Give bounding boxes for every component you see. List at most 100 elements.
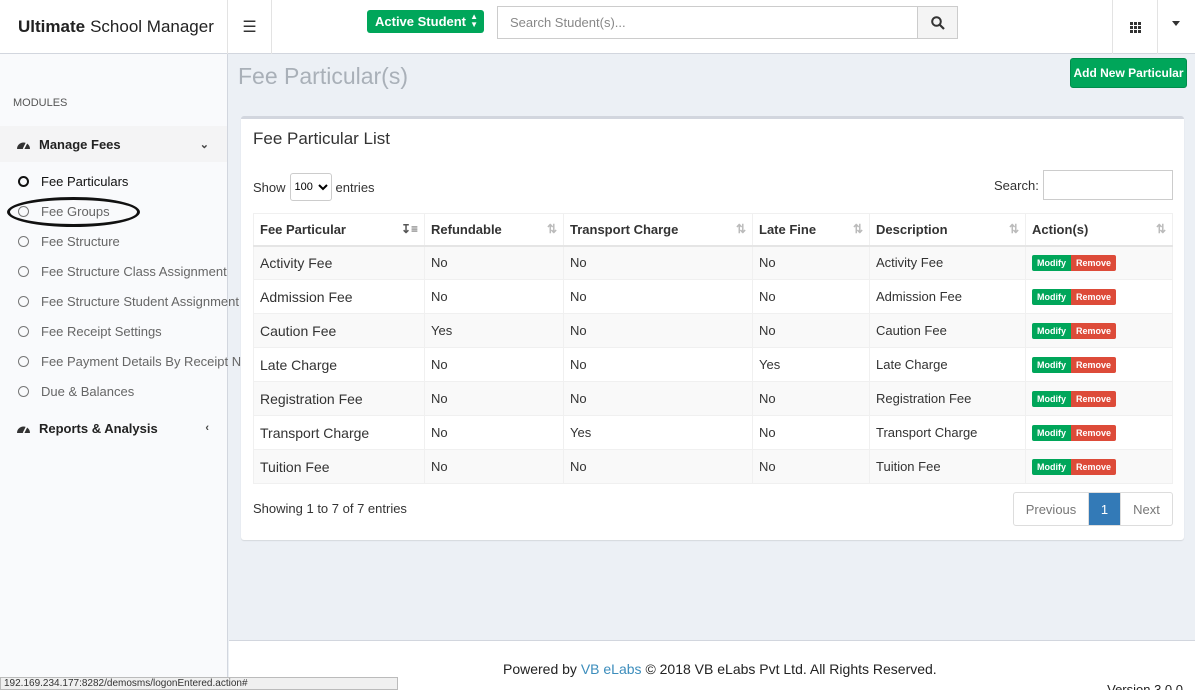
column-header-late-fine[interactable]: Late Fine ⇅ bbox=[752, 213, 870, 247]
cell-fee-particular: Activity Fee bbox=[253, 245, 425, 280]
cell-fee-particular: Registration Fee bbox=[253, 381, 425, 416]
search-icon bbox=[930, 15, 945, 30]
table-row: Activity Fee No No No Activity Fee Modify Remo… bbox=[253, 245, 1173, 280]
dashboard-icon bbox=[16, 138, 32, 151]
sidebar-item-fee-receipt-settings[interactable]: Fee Receipt Settings bbox=[0, 316, 246, 346]
modify-button[interactable]: Modify bbox=[1032, 357, 1071, 373]
logo-text: School Manager bbox=[90, 17, 214, 36]
column-header-transport-charge[interactable]: Transport Charge ⇅ bbox=[563, 213, 753, 247]
cell-description: Registration Fee bbox=[869, 381, 1026, 416]
cell-refundable: Yes bbox=[424, 313, 564, 348]
cell-late-fine: No bbox=[752, 245, 870, 280]
remove-button[interactable]: Remove bbox=[1071, 425, 1117, 441]
user-menu-caret-icon[interactable] bbox=[1172, 21, 1180, 26]
cell-late-fine: No bbox=[752, 313, 870, 348]
remove-button[interactable]: Remove bbox=[1071, 289, 1117, 305]
sidebar-menu-reports[interactable]: Reports & Analysis ‹ bbox=[0, 410, 227, 446]
sidebar-toggle-button[interactable]: ☰ bbox=[228, 0, 272, 54]
table-row: Admission Fee No No No Admission Fee Modify Re… bbox=[253, 279, 1173, 314]
column-header-refundable[interactable]: Refundable ⇅ bbox=[424, 213, 564, 247]
circle-icon bbox=[18, 385, 29, 397]
remove-button[interactable]: Remove bbox=[1071, 255, 1117, 272]
active-student-label: Active Student bbox=[375, 14, 467, 29]
cell-transport-charge: Yes bbox=[563, 415, 753, 450]
cell-refundable: No bbox=[424, 279, 564, 314]
remove-button[interactable]: Remove bbox=[1071, 323, 1117, 339]
column-header-fee-particular[interactable]: Fee Particular ↧≡ bbox=[253, 213, 425, 247]
cell-fee-particular: Transport Charge bbox=[253, 415, 425, 450]
logo-bold-text: Ultimate bbox=[18, 17, 86, 36]
table-row: Tuition Fee No No No Tuition Fee Modify Remove bbox=[253, 449, 1173, 484]
circle-icon bbox=[18, 355, 29, 367]
cell-transport-charge: No bbox=[563, 449, 753, 484]
powered-by-label: Powered by bbox=[503, 661, 577, 677]
sidebar-item-fee-payment-details[interactable]: Fee Payment Details By Receipt No. bbox=[0, 346, 252, 376]
vb-elabs-link[interactable]: VB eLabs bbox=[581, 661, 642, 677]
column-label: Description bbox=[876, 221, 948, 237]
entries-select[interactable]: 100 bbox=[289, 173, 332, 201]
modify-button[interactable]: Modify bbox=[1032, 323, 1071, 339]
chevron-down-icon: ⌄ bbox=[199, 138, 209, 151]
cell-actions: Modify Remove bbox=[1025, 415, 1173, 450]
table-info: Showing 1 to 7 of 7 entries bbox=[253, 501, 407, 516]
sidebar-item-label: Fee Structure bbox=[41, 233, 120, 249]
cell-transport-charge: No bbox=[563, 381, 753, 416]
chevron-left-icon: ‹ bbox=[205, 422, 209, 434]
modify-button[interactable]: Modify bbox=[1032, 289, 1071, 305]
cell-fee-particular: Caution Fee bbox=[253, 313, 425, 348]
sidebar-item-fee-structure-student-assignment[interactable]: Fee Structure Student Assignment bbox=[0, 286, 246, 316]
circle-icon bbox=[18, 175, 29, 187]
remove-button[interactable]: Remove bbox=[1071, 357, 1117, 373]
modify-button[interactable]: Modify bbox=[1032, 459, 1071, 475]
add-new-particular-button[interactable]: Add New Particular bbox=[1070, 58, 1187, 88]
pagination-next[interactable]: Next bbox=[1120, 493, 1172, 525]
hamburger-icon: ☰ bbox=[242, 19, 257, 36]
sidebar-menu-manage-fees[interactable]: Manage Fees ⌄ bbox=[0, 126, 227, 162]
app-logo[interactable]: Ultimate School Manager bbox=[0, 0, 228, 54]
cell-actions: Modify Remove bbox=[1025, 313, 1173, 348]
column-label: Fee Particular bbox=[260, 221, 346, 237]
cell-late-fine: No bbox=[752, 279, 870, 314]
cell-description: Transport Charge bbox=[869, 415, 1026, 450]
circle-icon bbox=[18, 295, 29, 307]
sort-icon: ⇅ bbox=[1155, 222, 1166, 236]
sidebar-item-fee-structure[interactable]: Fee Structure bbox=[0, 226, 246, 256]
copyright-text: © 2018 VB eLabs Pvt Ltd. All Rights Rese… bbox=[645, 661, 937, 677]
cell-description: Late Charge bbox=[869, 347, 1026, 382]
column-header-description[interactable]: Description ⇅ bbox=[869, 213, 1026, 247]
cell-refundable: No bbox=[424, 245, 564, 280]
cell-transport-charge: No bbox=[563, 347, 753, 382]
table-row: Caution Fee Yes No No Caution Fee Modify Remov… bbox=[253, 313, 1173, 348]
column-header-actions[interactable]: Action(s) ⇅ bbox=[1025, 213, 1173, 247]
pagination-previous[interactable]: Previous bbox=[1014, 493, 1089, 525]
sidebar-item-fee-particulars[interactable]: Fee Particulars bbox=[0, 166, 246, 196]
apps-menu-button[interactable] bbox=[1112, 0, 1158, 54]
sidebar-item-due-balances[interactable]: Due & Balances bbox=[0, 376, 246, 406]
sidebar-item-fee-structure-class-assignment[interactable]: Fee Structure Class Assignment bbox=[0, 256, 246, 286]
pagination-page-1[interactable]: 1 bbox=[1089, 493, 1120, 525]
modify-button[interactable]: Modify bbox=[1032, 425, 1071, 441]
remove-button[interactable]: Remove bbox=[1071, 459, 1117, 475]
student-search-input[interactable] bbox=[498, 7, 917, 38]
sidebar-item-label: Fee Particulars bbox=[41, 173, 129, 189]
table-search-input[interactable] bbox=[1043, 170, 1173, 200]
active-student-select[interactable]: Active Student ▲ ▼ bbox=[367, 10, 484, 33]
sidebar-item-label: Fee Receipt Settings bbox=[41, 323, 162, 339]
sidebar-item-label: Fee Payment Details By Receipt No. bbox=[41, 353, 252, 369]
modify-button[interactable]: Modify bbox=[1032, 391, 1071, 407]
show-label: Show bbox=[253, 179, 286, 195]
modify-button[interactable]: Modify bbox=[1032, 255, 1071, 272]
sidebar-item-label: Due & Balances bbox=[41, 383, 135, 399]
remove-button[interactable]: Remove bbox=[1071, 391, 1117, 407]
sidebar-item-label: Fee Structure Class Assignment bbox=[41, 263, 227, 279]
fee-particular-list-box: Fee Particular List Show 100 entries Sea… bbox=[241, 116, 1184, 540]
cell-description: Caution Fee bbox=[869, 313, 1026, 348]
sidebar-item-fee-groups[interactable]: Fee Groups bbox=[0, 196, 246, 226]
search-button[interactable] bbox=[917, 7, 957, 38]
student-search bbox=[497, 6, 958, 39]
cell-actions: Modify Remove bbox=[1025, 347, 1173, 382]
column-label: Late Fine bbox=[759, 221, 817, 237]
cell-refundable: No bbox=[424, 449, 564, 484]
sort-icon: ⇅ bbox=[735, 222, 746, 236]
top-header: Ultimate School Manager ☰ Active Student … bbox=[0, 0, 1195, 54]
